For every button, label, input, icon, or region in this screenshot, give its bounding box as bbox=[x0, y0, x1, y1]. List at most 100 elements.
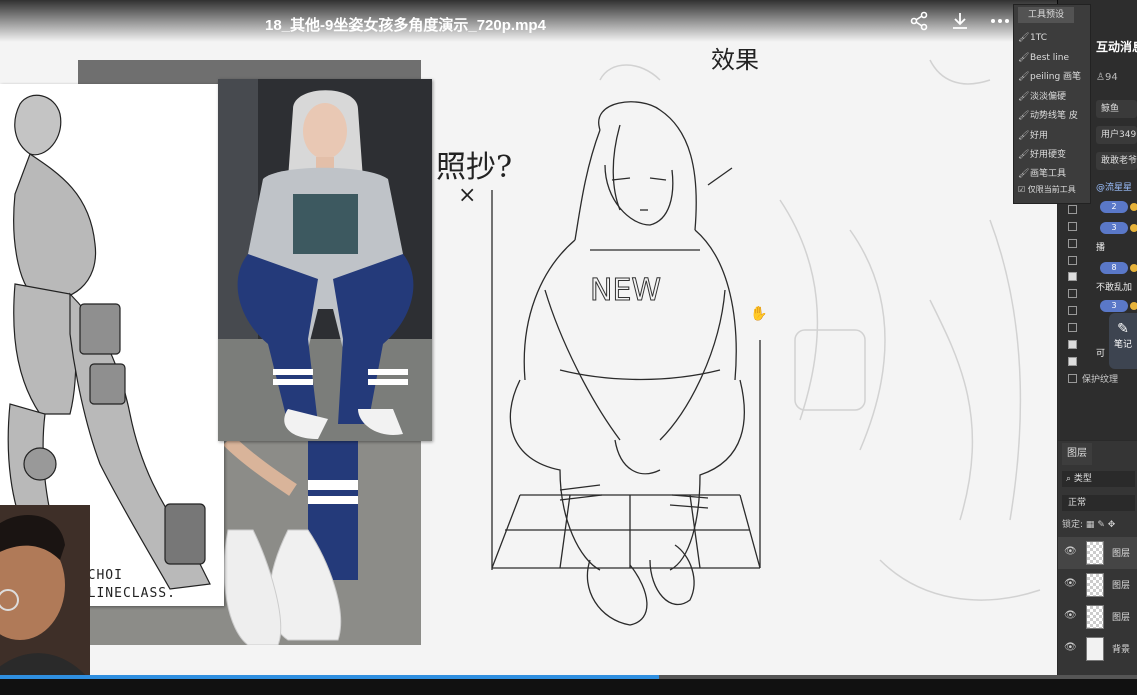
video-title: 18_其他-9坐姿女孩多角度演示_720p.mp4 bbox=[265, 17, 546, 34]
option-checkbox-7[interactable] bbox=[1068, 306, 1077, 315]
note-button[interactable]: ✎ 笔记 bbox=[1109, 313, 1137, 369]
drawing-canvas[interactable]: NEW ✋ TBCHOI ONLINECLASS. 照抄? 效果 × bbox=[0, 0, 1057, 675]
interaction-title: 互动消息 bbox=[1096, 40, 1137, 54]
option-checkbox-1[interactable] bbox=[1068, 205, 1077, 214]
layer-thumbnail bbox=[1086, 637, 1104, 661]
svg-text:NEW: NEW bbox=[590, 273, 661, 308]
viewer-count-value: 94 bbox=[1104, 72, 1118, 83]
gift-badge-3: 8 bbox=[1100, 262, 1128, 274]
lock-label: 锁定: bbox=[1062, 520, 1084, 530]
coin-icon bbox=[1130, 224, 1137, 232]
gift-badge-1: 2 bbox=[1100, 201, 1128, 213]
layer-filter-value: 类型 bbox=[1073, 474, 1092, 484]
brush-preset-label: peiling 画笔 bbox=[1030, 72, 1082, 82]
visibility-eye-icon[interactable]: 👁 bbox=[1064, 642, 1077, 653]
viewer-count: ♙94 bbox=[1096, 72, 1118, 83]
svg-text:✋: ✋ bbox=[750, 305, 767, 322]
layer-filter-select[interactable]: ⌕ 类型 bbox=[1062, 471, 1135, 487]
coin-icon bbox=[1130, 302, 1137, 310]
brush-icon: 🖌 bbox=[1018, 53, 1030, 63]
lock-controls: 锁定: ▦ ✎ ✥ bbox=[1062, 517, 1115, 530]
note-xiaoguo: 效果 bbox=[711, 46, 759, 74]
layer-name: 图层 bbox=[1112, 613, 1131, 623]
visibility-eye-icon[interactable]: 👁 bbox=[1064, 546, 1077, 557]
brush-preset-item[interactable]: 🖌淡淡偏硬 bbox=[1018, 88, 1090, 107]
search-icon: ⌕ bbox=[1066, 474, 1072, 484]
lock-brush-icon[interactable]: ✎ bbox=[1097, 520, 1105, 530]
brush-preset-item[interactable]: 🖌画笔工具 bbox=[1018, 165, 1090, 184]
protect-texture-checkbox[interactable] bbox=[1068, 374, 1077, 383]
brush-preset-label: 动势线笔 皮 bbox=[1030, 111, 1078, 121]
note-x-mark: × bbox=[458, 183, 477, 208]
webcam-overlay bbox=[0, 505, 90, 675]
layer-name: 图层 bbox=[1112, 581, 1131, 591]
photo-girl bbox=[218, 79, 432, 441]
brush-icon: 🖌 bbox=[1018, 150, 1030, 160]
option-checkbox-3[interactable] bbox=[1068, 239, 1077, 248]
layer-row[interactable]: 👁 图层 bbox=[1058, 569, 1137, 601]
visibility-eye-icon[interactable]: 👁 bbox=[1064, 610, 1077, 621]
coin-icon bbox=[1130, 203, 1137, 211]
brush-preset-panel: 工具预设 🖌1TC 🖌Best line 🖌peiling 画笔 🖌淡淡偏硬 🖌… bbox=[1013, 4, 1091, 204]
visibility-eye-icon[interactable]: 👁 bbox=[1064, 578, 1077, 589]
lock-transparency-icon[interactable]: ▦ bbox=[1086, 520, 1095, 530]
layer-row[interactable]: 👁 背景 bbox=[1058, 633, 1137, 665]
brush-preset-item[interactable]: 🖌好用硬变 bbox=[1018, 146, 1090, 165]
brush-preset-item[interactable]: 🖌动势线笔 皮 bbox=[1018, 107, 1090, 126]
chat-chip-3[interactable]: 敢敢老爷 bbox=[1096, 152, 1137, 170]
option-checkbox-4[interactable] bbox=[1068, 256, 1077, 265]
brush-icon: 🖌 bbox=[1018, 92, 1030, 102]
option-checkbox-6[interactable] bbox=[1068, 289, 1077, 298]
photo-reference-card bbox=[218, 79, 432, 441]
share-icon[interactable] bbox=[908, 10, 930, 32]
gift-badge-4: 3 bbox=[1100, 300, 1128, 312]
note-button-label: 笔记 bbox=[1113, 340, 1132, 350]
option-checkbox-9[interactable] bbox=[1068, 340, 1077, 349]
download-icon[interactable] bbox=[949, 10, 971, 32]
brush-icon: 🖌 bbox=[1018, 72, 1030, 82]
note-zhaochao: 照抄? bbox=[436, 150, 513, 185]
protect-texture-label: 保护纹理 bbox=[1082, 375, 1119, 385]
chat-chip-2[interactable]: 用户349 bbox=[1096, 126, 1137, 144]
brush-preset-label: 好用硬变 bbox=[1030, 150, 1067, 160]
option-checkbox-10[interactable] bbox=[1068, 357, 1077, 366]
layer-name: 图层 bbox=[1112, 549, 1131, 559]
screen: NEW ✋ TBCHOI ONLINECLASS. 照抄? 效果 × 18_其他… bbox=[0, 0, 1137, 695]
layer-thumbnail bbox=[1086, 541, 1104, 565]
option-checkbox-2[interactable] bbox=[1068, 222, 1077, 231]
layer-row[interactable]: 👁 图层 bbox=[1058, 537, 1137, 569]
brush-preset-label: 1TC bbox=[1030, 33, 1047, 43]
option-checkbox-5[interactable] bbox=[1068, 272, 1077, 281]
bottom-strip bbox=[0, 679, 1137, 695]
brush-preset-item[interactable]: 🖌好用 bbox=[1018, 127, 1090, 146]
brush-preset-item[interactable]: 🖌1TC bbox=[1018, 29, 1090, 48]
current-tool-only-option[interactable]: ☑ 仅限当前工具 bbox=[1018, 183, 1090, 197]
brush-icon: 🖌 bbox=[1018, 131, 1030, 141]
option-checkbox-8[interactable] bbox=[1068, 323, 1077, 332]
brush-preset-label: 好用 bbox=[1030, 131, 1049, 141]
tool-preset-tab[interactable]: 工具预设 bbox=[1018, 7, 1074, 23]
presenter-face bbox=[0, 505, 90, 675]
brush-preset-item[interactable]: 🖌Best line bbox=[1018, 49, 1090, 68]
lock-move-icon[interactable]: ✥ bbox=[1108, 520, 1116, 530]
brush-preset-label: 淡淡偏硬 bbox=[1030, 92, 1067, 102]
brush-preset-item[interactable]: 🖌peiling 画笔 bbox=[1018, 68, 1090, 87]
coin-icon bbox=[1130, 264, 1137, 272]
layer-thumbnail bbox=[1086, 573, 1104, 597]
chat-line-2: 不敢乱加 bbox=[1096, 283, 1133, 293]
layer-name: 背景 bbox=[1112, 645, 1131, 655]
gift-badge-2: 3 bbox=[1100, 222, 1128, 234]
layer-row[interactable]: 👁 图层 bbox=[1058, 601, 1137, 633]
chat-chip-1[interactable]: 鲸鱼 bbox=[1096, 100, 1137, 118]
more-icon[interactable] bbox=[989, 10, 1011, 32]
layers-tab[interactable]: 图层 bbox=[1062, 443, 1092, 465]
blend-mode-select[interactable]: 正常 bbox=[1062, 495, 1135, 511]
brush-icon: 🖌 bbox=[1018, 169, 1030, 179]
layers-panel: 图层 ⌕ 类型 正常 锁定: ▦ ✎ ✥ 👁 图层 👁 图层 👁 图层 👁 背景 bbox=[1058, 441, 1137, 675]
note-icon: ✎ bbox=[1117, 321, 1129, 337]
chat-mention: @流星星 bbox=[1096, 183, 1133, 193]
brush-preset-label: Best line bbox=[1030, 53, 1070, 63]
brush-icon: 🖌 bbox=[1018, 33, 1030, 43]
current-tool-only-label: 仅限当前工具 bbox=[1027, 185, 1076, 194]
chat-line-1: 播 bbox=[1096, 243, 1106, 253]
